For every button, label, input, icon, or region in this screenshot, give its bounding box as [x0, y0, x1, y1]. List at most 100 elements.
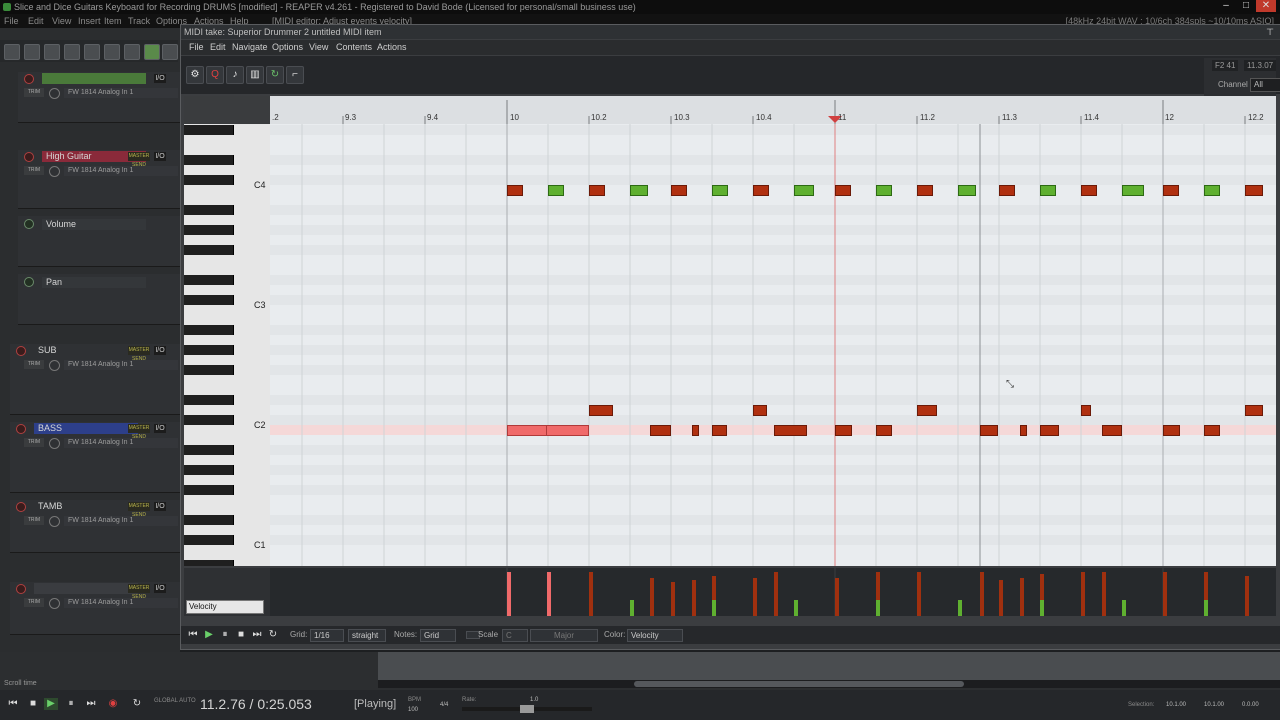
me-stop-icon[interactable]: ■ [234, 629, 248, 641]
bpm-value[interactable]: 100 [408, 707, 418, 713]
midi-note[interactable] [1040, 425, 1059, 436]
midi-note[interactable] [1122, 185, 1144, 196]
monitor-icon[interactable] [49, 360, 60, 371]
menu-track[interactable]: Track [128, 14, 150, 28]
track-name[interactable] [34, 583, 138, 594]
piano-black-key[interactable] [184, 245, 234, 255]
monitor-icon[interactable] [49, 516, 60, 527]
record-arm-icon[interactable] [16, 502, 26, 512]
selection-start[interactable]: 10.1.00 [1166, 702, 1186, 708]
midi-note[interactable] [958, 185, 976, 196]
toolbar-icon-6[interactable] [104, 44, 120, 60]
master-send-button[interactable]: MASTER SEND [128, 152, 150, 168]
piano-black-key[interactable] [184, 205, 234, 215]
horizontal-scrollbar[interactable] [378, 680, 1280, 688]
midi-note[interactable] [712, 185, 728, 196]
midi-note[interactable] [835, 425, 852, 436]
channel-select[interactable]: All [1250, 78, 1280, 92]
monitor-icon[interactable] [49, 598, 60, 609]
track-row[interactable]: High Guitar MASTER SEND I/O TRIM FW 1814… [18, 150, 188, 209]
track-row[interactable]: MASTER SEND I/O TRIM FW 1814 Analog In 1 [10, 582, 180, 635]
io-button[interactable]: I/O [154, 584, 166, 593]
me-menu-contents[interactable]: Contents [336, 40, 372, 55]
piano-black-key[interactable] [184, 345, 234, 355]
toolbar-icon-2[interactable] [24, 44, 40, 60]
trim-button[interactable]: TRIM [24, 360, 44, 369]
global-auto-label[interactable]: GLOBAL AUTO [154, 698, 196, 704]
record-arm-icon[interactable] [24, 74, 34, 84]
input-source[interactable]: FW 1814 Analog In 1 [64, 598, 178, 608]
input-source[interactable]: FW 1814 Analog In 1 [64, 516, 178, 526]
pause-icon[interactable]: ⏸ [64, 698, 78, 710]
record-arm-icon[interactable] [24, 152, 34, 162]
swing-select[interactable]: straight [348, 629, 386, 642]
piano-black-key[interactable] [184, 275, 234, 285]
midi-note[interactable] [1040, 185, 1056, 196]
piano-black-key[interactable] [184, 415, 234, 425]
trim-button[interactable]: TRIM [24, 88, 44, 97]
piano-black-key[interactable] [184, 485, 234, 495]
minimize-icon[interactable]: – [1216, 0, 1236, 12]
midi-note[interactable] [671, 185, 687, 196]
me-menu-navigate[interactable]: Navigate [232, 40, 268, 55]
midi-note[interactable] [999, 185, 1015, 196]
midi-note[interactable] [589, 185, 605, 196]
trim-button[interactable]: TRIM [24, 438, 44, 447]
track-name[interactable] [42, 73, 146, 84]
monitor-icon[interactable] [49, 88, 60, 99]
io-button[interactable]: I/O [154, 424, 166, 433]
play-icon[interactable]: ▶ [44, 698, 58, 710]
piano-roll-grid[interactable]: ⤡ [270, 124, 1276, 566]
input-source[interactable]: FW 1814 Analog In 1 [64, 88, 178, 98]
io-button[interactable]: I/O [154, 152, 166, 161]
menu-view[interactable]: View [52, 14, 71, 28]
menu-edit[interactable]: Edit [28, 14, 44, 28]
menu-item[interactable]: Item [104, 14, 122, 28]
arrange-scroll-area[interactable]: Scroll time [0, 652, 1280, 690]
go-to-end-icon[interactable]: ⏭ [84, 698, 98, 710]
track-name[interactable]: TAMB [34, 501, 138, 512]
piano-black-key[interactable] [184, 295, 234, 305]
midi-note[interactable] [1163, 425, 1180, 436]
midi-note[interactable] [712, 425, 727, 436]
midi-note[interactable] [1163, 185, 1179, 196]
piano-black-key[interactable] [184, 175, 234, 185]
midi-note[interactable] [917, 185, 933, 196]
io-button[interactable]: I/O [154, 346, 166, 355]
rate-slider[interactable] [462, 705, 592, 713]
me-menu-view[interactable]: View [309, 40, 328, 55]
midi-note[interactable] [1245, 405, 1263, 416]
grid-toggle-icon[interactable]: ▥ [246, 66, 264, 84]
toolbar-icon-8[interactable] [144, 44, 160, 60]
midi-note[interactable] [1245, 185, 1263, 196]
piano-black-key[interactable] [184, 535, 234, 545]
monitor-icon[interactable] [49, 438, 60, 449]
master-send-button[interactable]: MASTER SEND [128, 584, 150, 600]
track-row[interactable]: I/O TRIM FW 1814 Analog In 1 [18, 72, 188, 123]
midi-note[interactable] [980, 425, 998, 436]
master-send-button[interactable]: MASTER SEND [128, 424, 150, 440]
timeline-ruler[interactable] [270, 96, 1276, 124]
midi-note[interactable] [1204, 425, 1220, 436]
toolbar-icon-3[interactable] [44, 44, 60, 60]
pin-icon[interactable]: ⊤ [1266, 25, 1274, 39]
envelope-toggle-icon[interactable] [24, 219, 34, 229]
record-arm-icon[interactable] [16, 584, 26, 594]
io-button[interactable]: I/O [154, 74, 166, 83]
piano-black-key[interactable] [184, 445, 234, 455]
color-select[interactable]: Velocity [627, 629, 683, 642]
envelope-toggle-icon[interactable] [24, 277, 34, 287]
midi-note[interactable] [1020, 425, 1027, 436]
trim-button[interactable]: TRIM [24, 166, 44, 175]
snap-icon[interactable]: ⌐ [286, 66, 304, 84]
repeat-icon[interactable]: ↻ [130, 698, 144, 710]
notes-select[interactable]: Grid [420, 629, 456, 642]
me-menu-options[interactable]: Options [272, 40, 303, 55]
piano-black-key[interactable] [184, 125, 234, 135]
selection-length[interactable]: 0.0.00 [1242, 702, 1259, 708]
midi-settings-icon[interactable]: ⚙ [186, 66, 204, 84]
me-menu-edit[interactable]: Edit [210, 40, 226, 55]
toolbar-icon-7[interactable] [124, 44, 140, 60]
midi-note[interactable] [1081, 405, 1091, 416]
midi-note-selected[interactable] [546, 425, 589, 436]
